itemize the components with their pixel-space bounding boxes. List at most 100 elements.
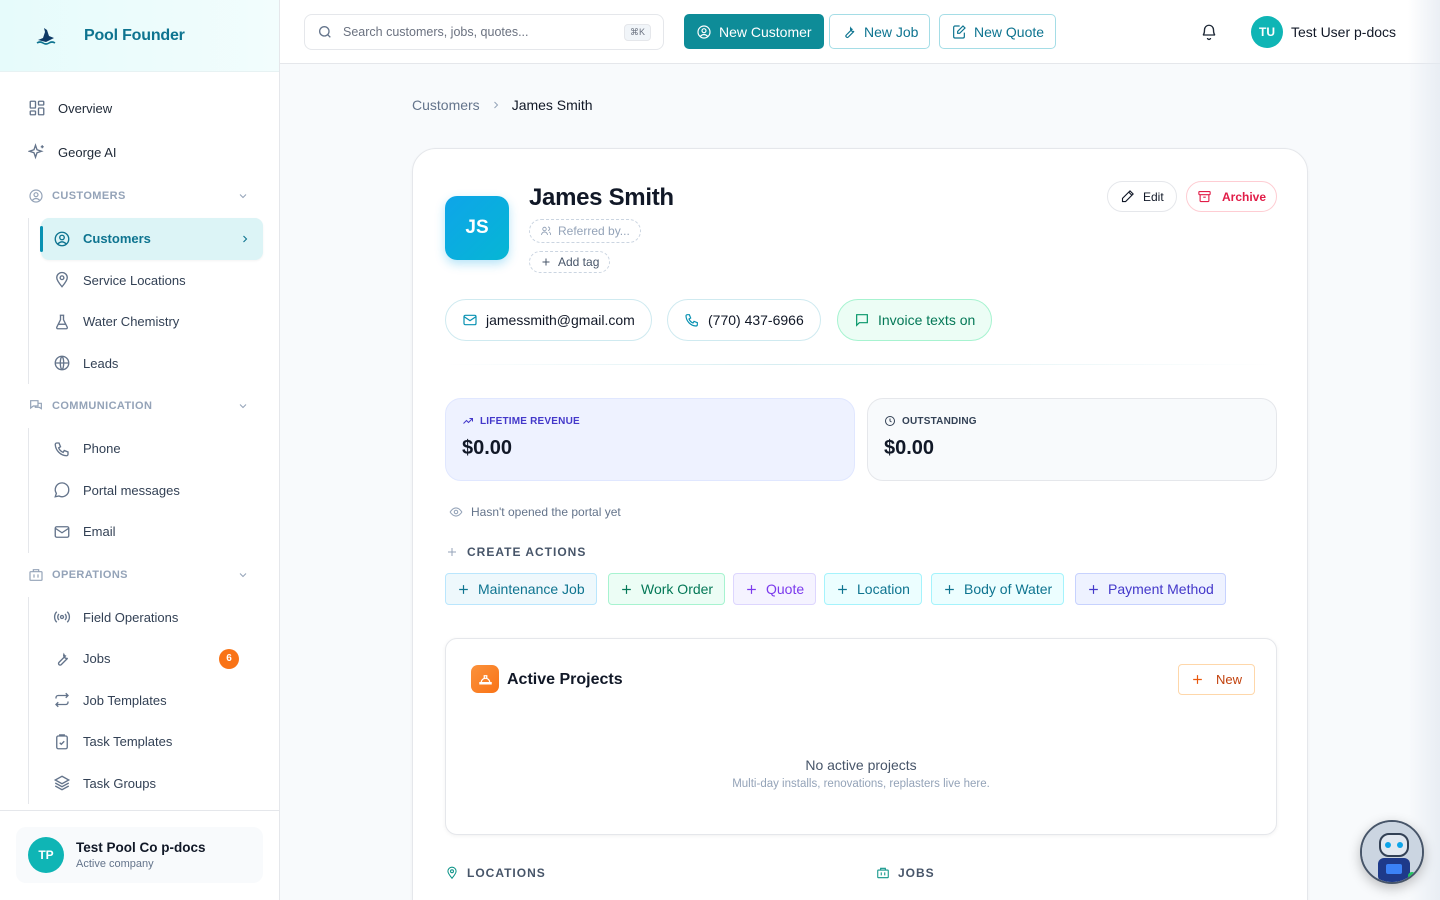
create-work-order-button[interactable]: Work Order [608, 573, 726, 605]
add-tag-label: Add tag [558, 255, 600, 269]
global-search[interactable]: ⌘K [304, 14, 664, 50]
add-tag-button[interactable]: Add tag [529, 251, 611, 273]
archive-button[interactable]: Archive [1186, 181, 1278, 212]
eye-icon [449, 507, 463, 517]
brand[interactable]: Pool Founder [0, 0, 279, 72]
map-pin-icon [56, 272, 68, 289]
chevron-down-icon [239, 194, 247, 199]
trending-up-icon [463, 418, 473, 424]
hard-hat-badge [471, 665, 499, 693]
company-name: Test Pool Co p-docs [76, 840, 206, 855]
company-status: Active company [76, 858, 154, 870]
portal-status-text: Hasn't opened the portal yet [471, 505, 621, 519]
new-job-label: New Job [864, 23, 919, 40]
section-communication[interactable]: COMMUNICATION [0, 384, 279, 428]
create-quote-button[interactable]: Quote [733, 573, 817, 605]
active-projects-title: Active Projects [507, 671, 623, 688]
referred-by-button[interactable]: Referred by... [529, 219, 641, 243]
search-icon [319, 26, 331, 38]
sidebar-item-portal-messages[interactable]: Portal messages [41, 470, 263, 512]
edit-button[interactable]: Edit [1107, 181, 1177, 212]
sidebar-item-customers[interactable]: Customers [40, 218, 263, 260]
divider [445, 364, 1275, 365]
robot-icon [1362, 822, 1422, 882]
create-action-label: Work Order [641, 581, 714, 597]
users-icon [541, 226, 552, 236]
bell-icon[interactable] [1200, 23, 1218, 41]
plus-icon [448, 548, 456, 556]
phone-value: (770) 437-6966 [708, 312, 804, 328]
section-customers[interactable]: CUSTOMERS [0, 174, 279, 218]
sidebar-item-label: Phone [83, 441, 121, 457]
chevron-down-icon [239, 404, 247, 409]
sidebar-item-task-groups[interactable]: Task Groups [41, 763, 263, 805]
active-company-card[interactable]: TP Test Pool Co p-docs Active company [16, 827, 263, 883]
sidebar-item-job-templates[interactable]: Job Templates [41, 680, 263, 722]
search-input[interactable] [343, 25, 613, 39]
communication-group: Phone Portal messages Email [28, 428, 279, 553]
sidebar-item-task-templates[interactable]: Task Templates [41, 721, 263, 763]
sidebar-item-label: Task Groups [83, 775, 156, 791]
user-menu[interactable]: TU Test User p-docs [1251, 16, 1396, 48]
layers-icon [53, 775, 71, 791]
create-action-label: Quote [766, 581, 805, 597]
section-customers-label: CUSTOMERS [52, 190, 126, 202]
nav-george-label: George AI [58, 144, 117, 160]
create-maintenance-job-button[interactable]: Maintenance Job [445, 573, 597, 605]
customer-detail-card: JS James Smith Referred by... Add tag Ed… [412, 148, 1308, 900]
message-square-icon [856, 314, 868, 327]
ai-assistant-button[interactable] [1360, 820, 1424, 884]
hard-hat-icon [478, 674, 492, 684]
sidebar-item-leads[interactable]: Leads [41, 343, 263, 385]
revenue-value: $0.00 [462, 437, 513, 459]
new-customer-button[interactable]: New Customer [684, 14, 824, 49]
user-circle-icon [29, 189, 43, 203]
phone-icon [685, 314, 698, 327]
nav-george-ai[interactable]: George AI [0, 130, 279, 174]
breadcrumb-customers-link[interactable]: Customers [412, 97, 480, 113]
chevron-right-icon [493, 101, 498, 109]
create-body-of-water-button[interactable]: Body of Water [931, 573, 1065, 605]
pencil-icon [1121, 190, 1134, 203]
create-location-button[interactable]: Location [824, 573, 922, 605]
new-project-button[interactable]: New [1178, 664, 1256, 695]
plus-icon [459, 584, 468, 594]
section-operations[interactable]: OPERATIONS [0, 553, 279, 597]
sidebar-item-water-chemistry[interactable]: Water Chemistry [41, 301, 263, 343]
portal-status: Hasn't opened the portal yet [449, 505, 621, 519]
sidebar-item-service-locations[interactable]: Service Locations [41, 260, 263, 302]
sidebar-item-label: Service Locations [83, 272, 186, 288]
user-circle-icon [54, 231, 70, 247]
repeat-icon [55, 693, 69, 708]
jobs-heading: JOBS [876, 866, 935, 880]
phone-icon [54, 442, 69, 457]
operations-group: Field Operations Jobs 6 Job Templates Ta… [28, 596, 279, 805]
outstanding-value: $0.00 [884, 437, 935, 459]
user-avatar: TU [1251, 16, 1283, 48]
locations-heading-label: LOCATIONS [467, 866, 546, 880]
phone-chip[interactable]: (770) 437-6966 [667, 299, 821, 341]
sidebar-item-jobs[interactable]: Jobs 6 [41, 638, 263, 680]
sidebar-item-field-operations[interactable]: Field Operations [41, 597, 263, 639]
new-job-button[interactable]: New Job [829, 14, 931, 49]
sidebar-item-label: Leads [83, 355, 119, 371]
email-chip[interactable]: jamessmith@gmail.com [445, 299, 652, 341]
plus-icon [622, 584, 631, 594]
new-quote-button[interactable]: New Quote [939, 14, 1057, 49]
building-icon [29, 568, 43, 581]
referred-by-label: Referred by... [558, 224, 630, 238]
create-action-label: Payment Method [1108, 581, 1214, 597]
section-communication-label: COMMUNICATION [52, 400, 153, 412]
sidebar-item-label: Water Chemistry [83, 314, 180, 330]
building-icon [877, 867, 889, 879]
sidebar-item-phone[interactable]: Phone [41, 428, 263, 470]
chat-bubble-icon [54, 482, 70, 498]
sidebar-item-email[interactable]: Email [41, 511, 263, 553]
outstanding-stat: OUTSTANDING $0.00 [867, 398, 1277, 481]
invoice-texts-toggle[interactable]: Invoice texts on [837, 299, 993, 341]
file-edit-icon [953, 24, 966, 39]
clipboard-check-icon [56, 733, 68, 750]
section-operations-label: OPERATIONS [52, 568, 128, 581]
create-payment-method-button[interactable]: Payment Method [1075, 573, 1226, 605]
nav-overview[interactable]: Overview [0, 86, 279, 130]
